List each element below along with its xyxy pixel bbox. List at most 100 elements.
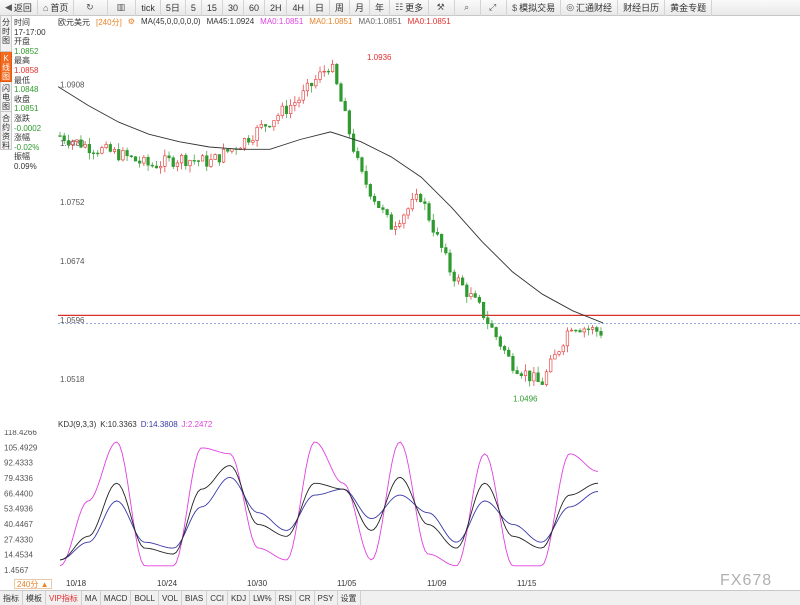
candle-body bbox=[272, 120, 276, 128]
logo-icon: ◎ bbox=[566, 2, 575, 12]
more-button[interactable]: ☷ 更多 bbox=[390, 0, 430, 16]
grid-icon: ☷ bbox=[395, 2, 404, 12]
btab-indicator[interactable]: 指标 bbox=[0, 591, 23, 605]
fxweb-button[interactable]: ◎ 汇通财经 bbox=[561, 0, 619, 16]
period-5day[interactable]: 5日 bbox=[161, 0, 186, 16]
fullscreen-button[interactable]: ⤢ bbox=[481, 0, 508, 16]
candle-body bbox=[427, 203, 431, 221]
calendar-button[interactable]: 财经日历 bbox=[618, 0, 666, 16]
kdj-axis-label: 79.4336 bbox=[4, 474, 33, 483]
kdj-axis-label: 27.4330 bbox=[4, 535, 33, 544]
candle-body bbox=[91, 152, 96, 154]
candle-body bbox=[247, 138, 251, 143]
candle-body bbox=[62, 135, 66, 142]
period-60min[interactable]: 60 bbox=[244, 0, 265, 16]
candle-body bbox=[293, 102, 297, 106]
high-annotation: 1.0936 bbox=[367, 53, 392, 62]
btab-vol[interactable]: VOL bbox=[159, 591, 182, 605]
candle-body bbox=[297, 99, 301, 104]
date-label-2: 10/24 bbox=[157, 579, 178, 588]
candle-body bbox=[578, 330, 582, 333]
tab-flash[interactable]: 闪电图 bbox=[0, 82, 12, 112]
candle-body bbox=[171, 157, 175, 167]
sim-trade-button[interactable]: $ 模拟交易 bbox=[507, 0, 562, 16]
change-label: 涨跌 bbox=[14, 113, 30, 123]
price-chart[interactable]: 1.09081.08301.07521.06741.05961.0518 1.0… bbox=[58, 30, 800, 415]
candle-body bbox=[221, 148, 226, 163]
chart-type-button[interactable]: ▥ bbox=[108, 0, 137, 16]
period-year[interactable]: 年 bbox=[370, 0, 391, 16]
candle-body bbox=[343, 100, 347, 112]
period-4h[interactable]: 4H bbox=[287, 0, 310, 16]
candle-body bbox=[322, 70, 326, 73]
kdj-title: KDJ(9,3,3) bbox=[58, 420, 97, 429]
candle-body bbox=[502, 346, 507, 351]
wrench-icon: ⚒ bbox=[436, 2, 445, 12]
gold-button[interactable]: 黄金专题 bbox=[665, 0, 713, 16]
date-label-6: 11/15 bbox=[517, 579, 537, 588]
btab-vip[interactable]: VIP指标 bbox=[46, 591, 82, 605]
price-axis-label: 1.0752 bbox=[60, 198, 85, 207]
candlesticks bbox=[58, 59, 603, 387]
candle-body bbox=[335, 63, 339, 85]
candle-body bbox=[423, 201, 427, 204]
kdj-j-line bbox=[59, 441, 599, 567]
btab-cci[interactable]: CCI bbox=[207, 591, 228, 605]
candle-body bbox=[553, 353, 557, 360]
period-30min[interactable]: 30 bbox=[223, 0, 244, 16]
tab-contract-info[interactable]: 合约资料 bbox=[0, 112, 12, 150]
candle-body bbox=[389, 214, 393, 230]
candle-body bbox=[486, 317, 490, 324]
btab-lw[interactable]: LW% bbox=[250, 591, 276, 605]
candle-body bbox=[351, 133, 356, 152]
btab-boll[interactable]: BOLL bbox=[131, 591, 159, 605]
settings-icon[interactable]: ⚙ bbox=[128, 17, 135, 27]
candle-body bbox=[217, 154, 221, 163]
kdj-chart[interactable]: 118.4266 105.4929 92.4333 79.4336 66.4400 53.… bbox=[0, 430, 800, 578]
tools-button[interactable]: ⚒ bbox=[429, 0, 456, 16]
period-day[interactable]: 日 bbox=[310, 0, 331, 16]
period-15min[interactable]: 15 bbox=[202, 0, 223, 16]
candle-body bbox=[410, 198, 414, 210]
candle-body bbox=[326, 70, 331, 73]
btab-ma[interactable]: MA bbox=[82, 591, 101, 605]
candle-body bbox=[544, 371, 549, 385]
back-button[interactable]: ◀ 返回 bbox=[0, 0, 38, 16]
period-month[interactable]: 月 bbox=[350, 0, 371, 16]
tab-timeshare[interactable]: 分时图 bbox=[0, 16, 12, 52]
btab-template[interactable]: 模板 bbox=[23, 591, 46, 605]
candle-body bbox=[200, 155, 205, 162]
refresh-button[interactable]: ↻ bbox=[74, 0, 109, 16]
period-2h[interactable]: 2H bbox=[265, 0, 288, 16]
ma0-value-3: MA0:1.0851 bbox=[358, 17, 402, 26]
btab-cr[interactable]: CR bbox=[296, 591, 315, 605]
candle-body bbox=[364, 171, 368, 185]
candle-body bbox=[138, 160, 142, 164]
date-label-5: 11/09 bbox=[427, 579, 447, 588]
candle-body bbox=[477, 297, 481, 303]
btab-rsi[interactable]: RSI bbox=[276, 591, 296, 605]
btab-macd[interactable]: MACD bbox=[101, 591, 132, 605]
tab-kline[interactable]: K线图 bbox=[0, 52, 12, 82]
btab-psy[interactable]: PSY bbox=[315, 591, 338, 605]
kdj-axis-labels: 118.4266 105.4929 92.4333 79.4336 66.4400 53.… bbox=[4, 430, 38, 575]
btab-settings[interactable]: 设置 bbox=[338, 591, 361, 605]
amp-label: 振幅 bbox=[14, 152, 30, 162]
quote-info-panel: 时间 17-17:00 开盘 1.0852 最高 1.0858 最低 1.084… bbox=[14, 18, 56, 172]
btab-kdj[interactable]: KDJ bbox=[228, 591, 251, 605]
search-button[interactable]: ⌕ bbox=[455, 0, 482, 16]
period-week[interactable]: 周 bbox=[330, 0, 351, 16]
candle-body bbox=[150, 164, 154, 167]
btab-bias[interactable]: BIAS bbox=[182, 591, 208, 605]
period-5min[interactable]: 5 bbox=[186, 0, 202, 16]
candle-body bbox=[66, 140, 70, 145]
candle-body bbox=[536, 372, 540, 383]
candle-body bbox=[251, 140, 255, 143]
candle-body bbox=[209, 159, 213, 167]
tick-button[interactable]: tick bbox=[136, 0, 161, 16]
candle-body bbox=[83, 144, 87, 148]
home-button[interactable]: ⌂ 首页 bbox=[38, 0, 75, 16]
candle-body bbox=[213, 154, 217, 160]
period-tag[interactable]: 240分 ▲ bbox=[14, 579, 52, 589]
candle-body bbox=[301, 90, 305, 101]
